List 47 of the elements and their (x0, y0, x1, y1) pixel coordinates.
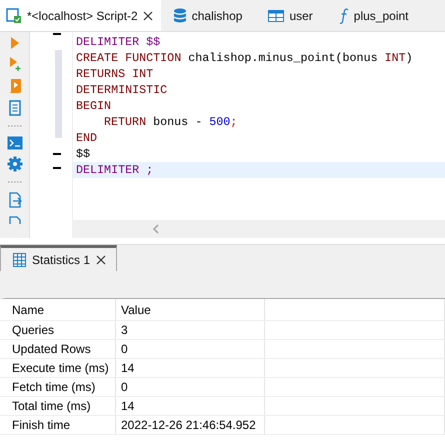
document-icon[interactable] (8, 100, 22, 116)
script-icon (6, 8, 22, 24)
table-cell: 0 (116, 340, 265, 358)
editor-tab[interactable]: user (256, 0, 327, 31)
grid-icon (13, 252, 26, 266)
table-cell: 14 (116, 359, 265, 377)
script-run-icon[interactable] (8, 78, 22, 94)
export-icon[interactable] (8, 192, 22, 208)
table-cell: Queries (0, 321, 116, 339)
separator-icon (8, 181, 22, 183)
table-cell: 3 (116, 321, 265, 339)
table-icon (268, 10, 284, 22)
result-tab[interactable]: Statistics 1 (0, 245, 118, 271)
table-cell: Fetch time (ms) (0, 378, 116, 396)
database-icon (172, 8, 187, 24)
table-cell: 2022-12-26 21:46:54.952 (116, 416, 265, 434)
code-line: DETERMINISTIC (76, 83, 168, 97)
horizontal-scrollbar[interactable] (72, 220, 445, 238)
column-header[interactable]: Value (116, 299, 265, 320)
code-line: BEGIN (76, 99, 112, 113)
table-cell: 14 (116, 397, 265, 415)
code-line: CREATE FUNCTION chalishop.minus_point(bonus INT) (76, 51, 413, 65)
column-header[interactable]: Name (0, 299, 116, 320)
document-icon[interactable] (8, 216, 22, 224)
code-line: $$ (76, 147, 90, 161)
editor-tab[interactable]: plus_point (326, 0, 422, 31)
close-icon[interactable] (96, 254, 106, 264)
scroll-left-icon[interactable] (152, 224, 160, 234)
table-cell: Execute time (ms) (0, 359, 116, 377)
editor-tab[interactable]: chalishop (160, 0, 256, 31)
separator-icon (8, 125, 22, 127)
table-cell: 0 (116, 378, 265, 396)
terminal-icon[interactable] (6, 136, 22, 150)
run-icon[interactable] (8, 36, 20, 50)
table-cell: Total time (ms) (0, 397, 116, 415)
code-line: DELIMITER ; (76, 163, 154, 177)
function-icon (338, 8, 349, 24)
code-line: DELIMITER $$ (76, 35, 160, 49)
close-icon[interactable] (142, 10, 153, 20)
run-new-icon[interactable] (8, 56, 22, 72)
table-cell: Updated Rows (0, 340, 116, 358)
code-line: RETURN bonus - 500; (104, 115, 238, 129)
editor-tab[interactable]: *<localhost> Script-2 (0, 0, 161, 31)
settings-icon[interactable] (6, 156, 22, 172)
code-line: END (76, 131, 98, 145)
code-line: RETURNS INT (76, 67, 154, 81)
table-cell: Finish time (0, 416, 116, 434)
